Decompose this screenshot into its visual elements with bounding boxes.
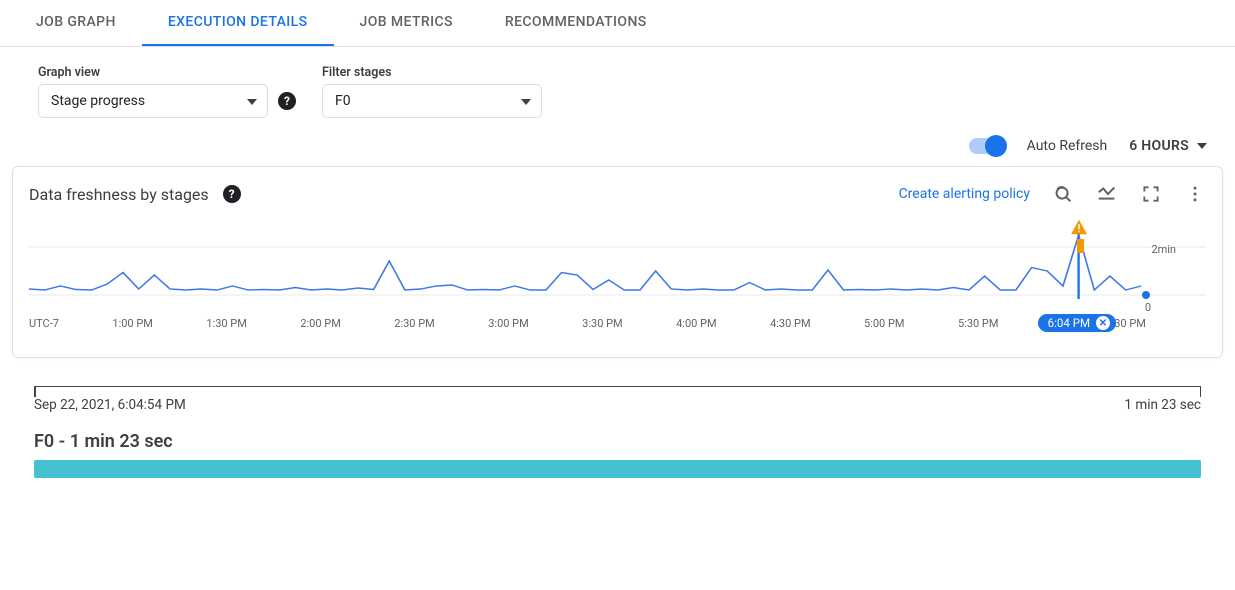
x-tick: 5:30 PM [958, 317, 998, 330]
range-label: 6 HOURS [1129, 138, 1189, 154]
card-actions: Create alerting policy [899, 183, 1206, 205]
time-range-selector[interactable]: 6 HOURS [1129, 138, 1207, 154]
tab-execution-details[interactable]: EXECUTION DETAILS [142, 0, 334, 46]
filter-stages-value: F0 [335, 93, 351, 109]
filter-stages-group: Filter stages F0 [322, 65, 542, 118]
graph-view-value: Stage progress [51, 93, 145, 109]
card-header-left: Data freshness by stages ? [29, 185, 241, 204]
line-chart [29, 229, 1206, 299]
tab-job-metrics[interactable]: JOB METRICS [334, 0, 479, 46]
graph-view-controls: Stage progress ? [38, 84, 296, 118]
y-axis-top: 2min [1151, 243, 1176, 256]
help-icon[interactable]: ? [223, 185, 241, 203]
selected-time-pill[interactable]: 6:04 PM ✕ [1038, 314, 1116, 332]
toggle-knob [985, 135, 1007, 157]
fullscreen-icon[interactable] [1140, 183, 1162, 205]
selected-time: 6:04 PM [1048, 316, 1090, 330]
x-tick: 2:30 PM [394, 317, 434, 330]
card-header: Data freshness by stages ? Create alerti… [29, 183, 1206, 205]
warning-icon[interactable] [1070, 219, 1088, 239]
x-tick: 2:00 PM [300, 317, 340, 330]
x-tick: 3:30 PM [582, 317, 622, 330]
y-axis-bottom: 0 [1145, 301, 1151, 314]
filter-stages-label: Filter stages [322, 65, 542, 80]
x-tick: 5:00 PM [864, 317, 904, 330]
graph-view-group: Graph view Stage progress ? [38, 65, 296, 118]
chevron-down-icon [1197, 143, 1207, 149]
help-icon[interactable]: ? [278, 92, 296, 110]
warning-marker [1077, 239, 1084, 253]
filters-row: Graph view Stage progress ? Filter stage… [0, 47, 1235, 128]
x-tick: 1:00 PM [112, 317, 152, 330]
filter-stages-select[interactable]: F0 [322, 84, 542, 118]
auto-refresh-toggle[interactable] [969, 138, 1005, 154]
x-tz: UTC-7 [29, 317, 59, 330]
x-tick: 1:30 PM [206, 317, 246, 330]
x-tick: 4:30 PM [770, 317, 810, 330]
auto-refresh-label: Auto Refresh [1027, 138, 1108, 154]
tab-recommendations[interactable]: RECOMMENDATIONS [479, 0, 673, 46]
time-bracket [34, 386, 1201, 387]
tabs: JOB GRAPH EXECUTION DETAILS JOB METRICS … [0, 0, 1235, 47]
stage-detail: Sep 22, 2021, 6:04:54 PM 1 min 23 sec F0… [34, 386, 1201, 478]
legend-icon[interactable] [1096, 183, 1118, 205]
graph-view-select[interactable]: Stage progress [38, 84, 268, 118]
tab-job-graph[interactable]: JOB GRAPH [10, 0, 142, 46]
detail-value: 1 min 23 sec [1124, 397, 1201, 413]
stage-title: F0 - 1 min 23 sec [34, 431, 1201, 452]
reset-zoom-icon[interactable] [1052, 183, 1074, 205]
close-icon[interactable]: ✕ [1096, 316, 1110, 330]
more-icon[interactable] [1184, 183, 1206, 205]
detail-timestamp: Sep 22, 2021, 6:04:54 PM [34, 397, 186, 413]
graph-view-label: Graph view [38, 65, 296, 80]
chevron-down-icon [247, 99, 257, 105]
freshness-card: Data freshness by stages ? Create alerti… [12, 166, 1223, 358]
chart-area[interactable]: 2min 0 UTC-7 1:00 PM 1:30 PM 2:00 PM 2:3… [29, 229, 1206, 349]
card-title: Data freshness by stages [29, 185, 209, 204]
chevron-down-icon [521, 99, 531, 105]
detail-row: Sep 22, 2021, 6:04:54 PM 1 min 23 sec [34, 397, 1201, 413]
range-row: Auto Refresh 6 HOURS [0, 128, 1235, 166]
create-alert-link[interactable]: Create alerting policy [899, 186, 1030, 202]
x-tick: 3:00 PM [488, 317, 528, 330]
stage-progress-bar [34, 460, 1201, 478]
end-point-marker [1142, 291, 1150, 299]
x-axis: UTC-7 1:00 PM 1:30 PM 2:00 PM 2:30 PM 3:… [29, 317, 1146, 330]
x-tick: 4:00 PM [676, 317, 716, 330]
